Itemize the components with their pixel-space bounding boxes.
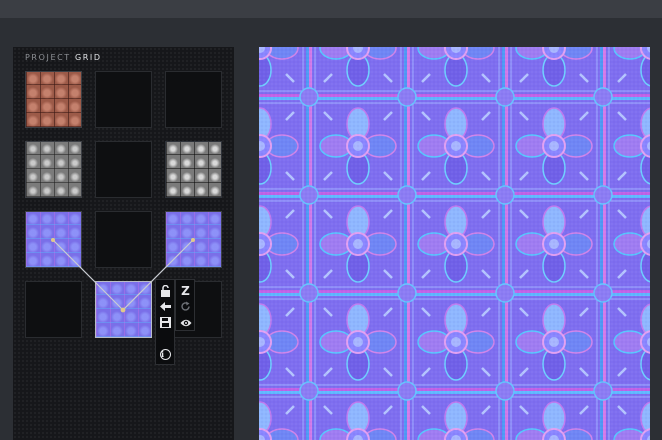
invert-z-label: Z [181,283,190,298]
info-icon[interactable]: i [159,348,172,361]
grid-cell-r2c2[interactable] [95,141,152,198]
eye-icon[interactable] [179,316,192,329]
lock-icon[interactable] [159,284,172,297]
grid-cell-r3c2[interactable] [95,211,152,268]
save-icon[interactable] [159,316,172,329]
refresh-icon[interactable] [179,300,192,313]
invert-z-icon[interactable]: Z [179,284,192,297]
grid-cell-r4c2[interactable] [95,281,152,338]
info-glyph: i [160,349,171,360]
grid-cell-r1c3[interactable] [165,71,222,128]
grid-cell-r1c1[interactable] [25,71,82,128]
project-grid-panel: PROJECT GRID i Z [13,47,234,440]
top-bar [0,0,662,18]
grid-cell-r2c1[interactable] [25,141,82,198]
grid-cell-r4c1[interactable] [25,281,82,338]
grid-cell-r3c3[interactable] [165,211,222,268]
panel-title-prefix: PROJECT [25,53,71,62]
grid-cell-r2c3[interactable] [165,141,222,198]
normal-map-texture [259,47,650,440]
grid-cell-r1c2[interactable] [95,71,152,128]
arrow-left-icon[interactable] [159,300,172,313]
cell-toolbar-right: Z [175,279,195,331]
panel-title: PROJECT GRID [25,53,102,62]
panel-title-highlight: GRID [74,53,102,62]
cell-toolbar-left: i [155,279,175,365]
normal-map-preview[interactable] [259,47,650,440]
grid-cell-r3c1[interactable] [25,211,82,268]
